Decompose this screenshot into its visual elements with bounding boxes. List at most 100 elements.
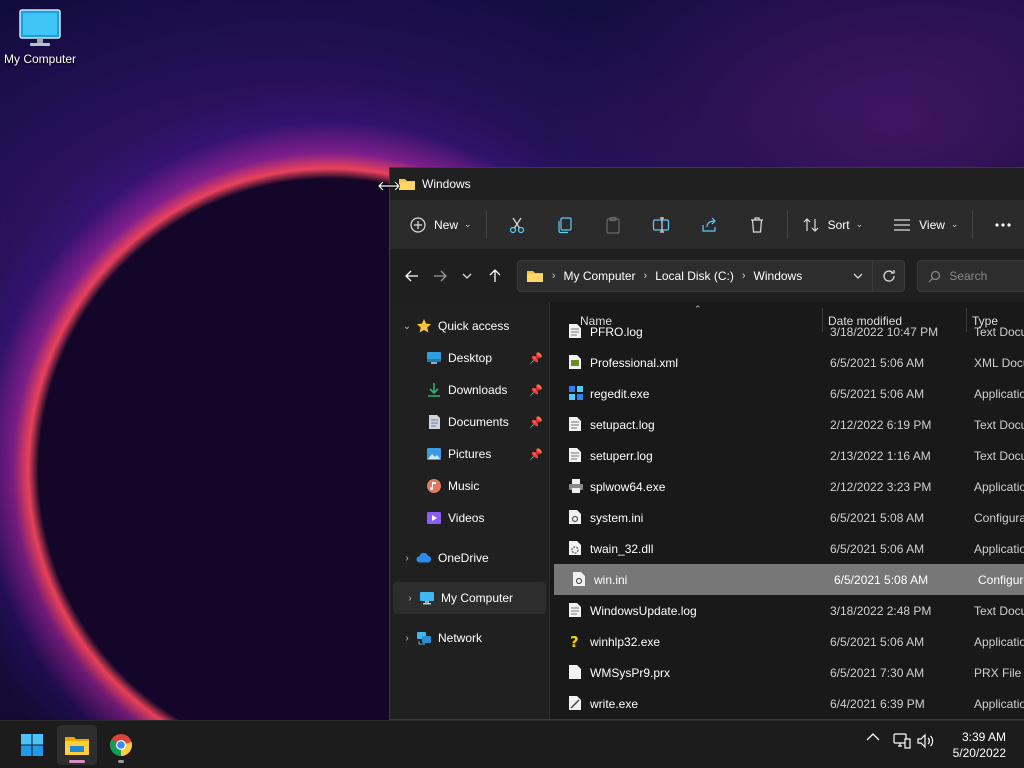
search-icon: [928, 270, 941, 282]
more-options-button[interactable]: [979, 208, 1024, 242]
pin-icon[interactable]: 📌: [529, 416, 543, 429]
address-dropdown-button[interactable]: [844, 271, 872, 282]
file-row[interactable]: system.ini 6/5/2021 5:08 AM Configuration …: [550, 502, 1024, 533]
file-row[interactable]: splwow64.exe 2/12/2022 3:23 PM Application: [550, 471, 1024, 502]
chevron-down-icon[interactable]: ⌄: [398, 321, 416, 332]
delete-button[interactable]: [733, 208, 781, 242]
sort-ascending-icon: ⌃: [694, 304, 702, 314]
file-row[interactable]: write.exe 6/4/2021 6:39 PM Application: [550, 688, 1024, 719]
file-row[interactable]: ? winhlp32.exe 6/5/2021 5:06 AM Application: [550, 626, 1024, 657]
nav-my-computer[interactable]: › My Computer: [393, 582, 546, 614]
network-icon: [416, 630, 432, 646]
breadcrumb-my-computer[interactable]: My Computer: [563, 269, 635, 283]
pictures-icon: [426, 446, 442, 462]
nav-item-downloads[interactable]: Downloads 📌: [390, 374, 549, 406]
chevron-down-icon: ⌄: [464, 219, 472, 229]
breadcrumb-windows[interactable]: Windows: [754, 269, 803, 283]
arrow-up-icon: [489, 269, 501, 282]
breadcrumb-separator: ›: [741, 270, 746, 282]
file-row[interactable]: setuperr.log 2/13/2022 1:16 AM Text Docume…: [550, 440, 1024, 471]
file-row[interactable]: WMSysPr9.prx 6/5/2021 7:30 AM PRX File: [550, 657, 1024, 688]
file-row[interactable]: WindowsUpdate.log 3/18/2022 2:48 PM Text D…: [550, 595, 1024, 626]
chevron-right-icon[interactable]: ›: [398, 633, 416, 644]
start-button[interactable]: [12, 725, 52, 765]
breadcrumb-local-disk[interactable]: Local Disk (C:): [655, 269, 734, 283]
copy-button[interactable]: [541, 208, 589, 242]
up-button[interactable]: [481, 261, 509, 291]
new-button[interactable]: New ⌄: [402, 208, 480, 242]
taskbar-chrome[interactable]: [101, 725, 141, 765]
recent-locations-button[interactable]: [453, 261, 481, 291]
pin-icon[interactable]: 📌: [529, 384, 543, 397]
share-button[interactable]: [685, 208, 733, 242]
nav-label: Music: [448, 479, 480, 493]
file-row[interactable]: Professional.xml 6/5/2021 5:06 AM XML Docu…: [550, 347, 1024, 378]
toolbar-separator: [786, 210, 788, 239]
file-row[interactable]: twain_32.dll 6/5/2021 5:06 AM Application …: [550, 533, 1024, 564]
refresh-button[interactable]: [872, 261, 904, 291]
file-type: Application: [974, 386, 1024, 401]
chevron-right-icon[interactable]: ›: [398, 553, 416, 564]
file-row[interactable]: regedit.exe 6/5/2021 5:06 AM Application: [550, 378, 1024, 409]
sort-button[interactable]: Sort ⌄: [794, 208, 872, 242]
music-icon: [426, 478, 442, 494]
file-row[interactable]: PFRO.log 3/18/2022 10:47 PM Text Document: [550, 316, 1024, 347]
file-name: PFRO.log: [590, 324, 643, 339]
nav-network[interactable]: › Network: [390, 622, 549, 654]
cut-button[interactable]: [493, 208, 541, 242]
nav-item-music[interactable]: Music: [390, 470, 549, 502]
rename-icon: [652, 216, 669, 233]
download-icon: [426, 382, 442, 398]
search-box[interactable]: Search: [917, 260, 1024, 292]
address-row: › My Computer › Local Disk (C:) › Window…: [390, 250, 1024, 302]
nav-quick-access[interactable]: ⌄ Quick access: [390, 310, 549, 342]
show-hidden-icons-button[interactable]: [866, 733, 880, 741]
pin-icon[interactable]: 📌: [529, 352, 543, 365]
nav-item-documents[interactable]: Documents 📌: [390, 406, 549, 438]
paste-button[interactable]: [589, 208, 637, 242]
file-date: 6/5/2021 5:08 AM: [830, 510, 925, 525]
desktop-icon-my-computer[interactable]: My Computer: [2, 8, 78, 66]
taskbar-file-explorer[interactable]: [57, 725, 97, 765]
file-name: system.ini: [590, 510, 644, 525]
dll-file-icon: [568, 540, 584, 556]
chevron-up-icon: [866, 733, 880, 741]
nav-label: Documents: [448, 415, 509, 429]
active-indicator: [69, 760, 85, 763]
nav-label: Videos: [448, 511, 485, 525]
file-row[interactable]: win.ini 6/5/2021 5:08 AM Configuration set…: [554, 564, 1024, 595]
file-name: winhlp32.exe: [590, 634, 661, 649]
nav-item-pictures[interactable]: Pictures 📌: [390, 438, 549, 470]
nav-item-videos[interactable]: Videos: [390, 502, 549, 534]
rename-button[interactable]: [637, 208, 685, 242]
nav-item-desktop[interactable]: Desktop 📌: [390, 342, 549, 374]
title-bar[interactable]: Windows: [390, 168, 1024, 200]
back-button[interactable]: [398, 261, 426, 291]
forward-button[interactable]: [426, 261, 454, 291]
pin-icon[interactable]: 📌: [529, 448, 543, 461]
file-type: Configuration settings: [974, 510, 1024, 525]
chevron-right-icon[interactable]: ›: [401, 593, 419, 604]
file-row[interactable]: setupact.log 2/12/2022 6:19 PM Text Docume…: [550, 409, 1024, 440]
nav-onedrive[interactable]: › OneDrive: [390, 542, 549, 574]
network-status-button[interactable]: [893, 733, 911, 749]
file-type: Application: [974, 634, 1024, 649]
address-bar[interactable]: › My Computer › Local Disk (C:) › Window…: [516, 260, 906, 292]
videos-icon: [426, 510, 442, 526]
chevron-down-icon: [462, 273, 472, 279]
toolbar-separator: [485, 210, 487, 239]
file-name: Professional.xml: [590, 355, 679, 370]
cut-icon: [509, 217, 524, 233]
file-list: ⌃ Name Date modified Type PFRO.log 3/18/2…: [550, 302, 1024, 719]
nav-label: OneDrive: [438, 551, 489, 565]
toolbar-separator: [972, 210, 974, 239]
start-icon: [21, 734, 43, 756]
file-type: Application: [974, 696, 1024, 711]
file-name: regedit.exe: [590, 386, 650, 401]
file-date: 6/4/2021 6:39 PM: [830, 696, 925, 711]
arrow-right-icon: [433, 270, 447, 282]
clock[interactable]: 3:39 AM 5/20/2022: [953, 729, 1006, 761]
view-button[interactable]: View ⌄: [885, 208, 966, 242]
file-date: 6/5/2021 5:08 AM: [834, 572, 929, 587]
volume-button[interactable]: [917, 733, 935, 749]
